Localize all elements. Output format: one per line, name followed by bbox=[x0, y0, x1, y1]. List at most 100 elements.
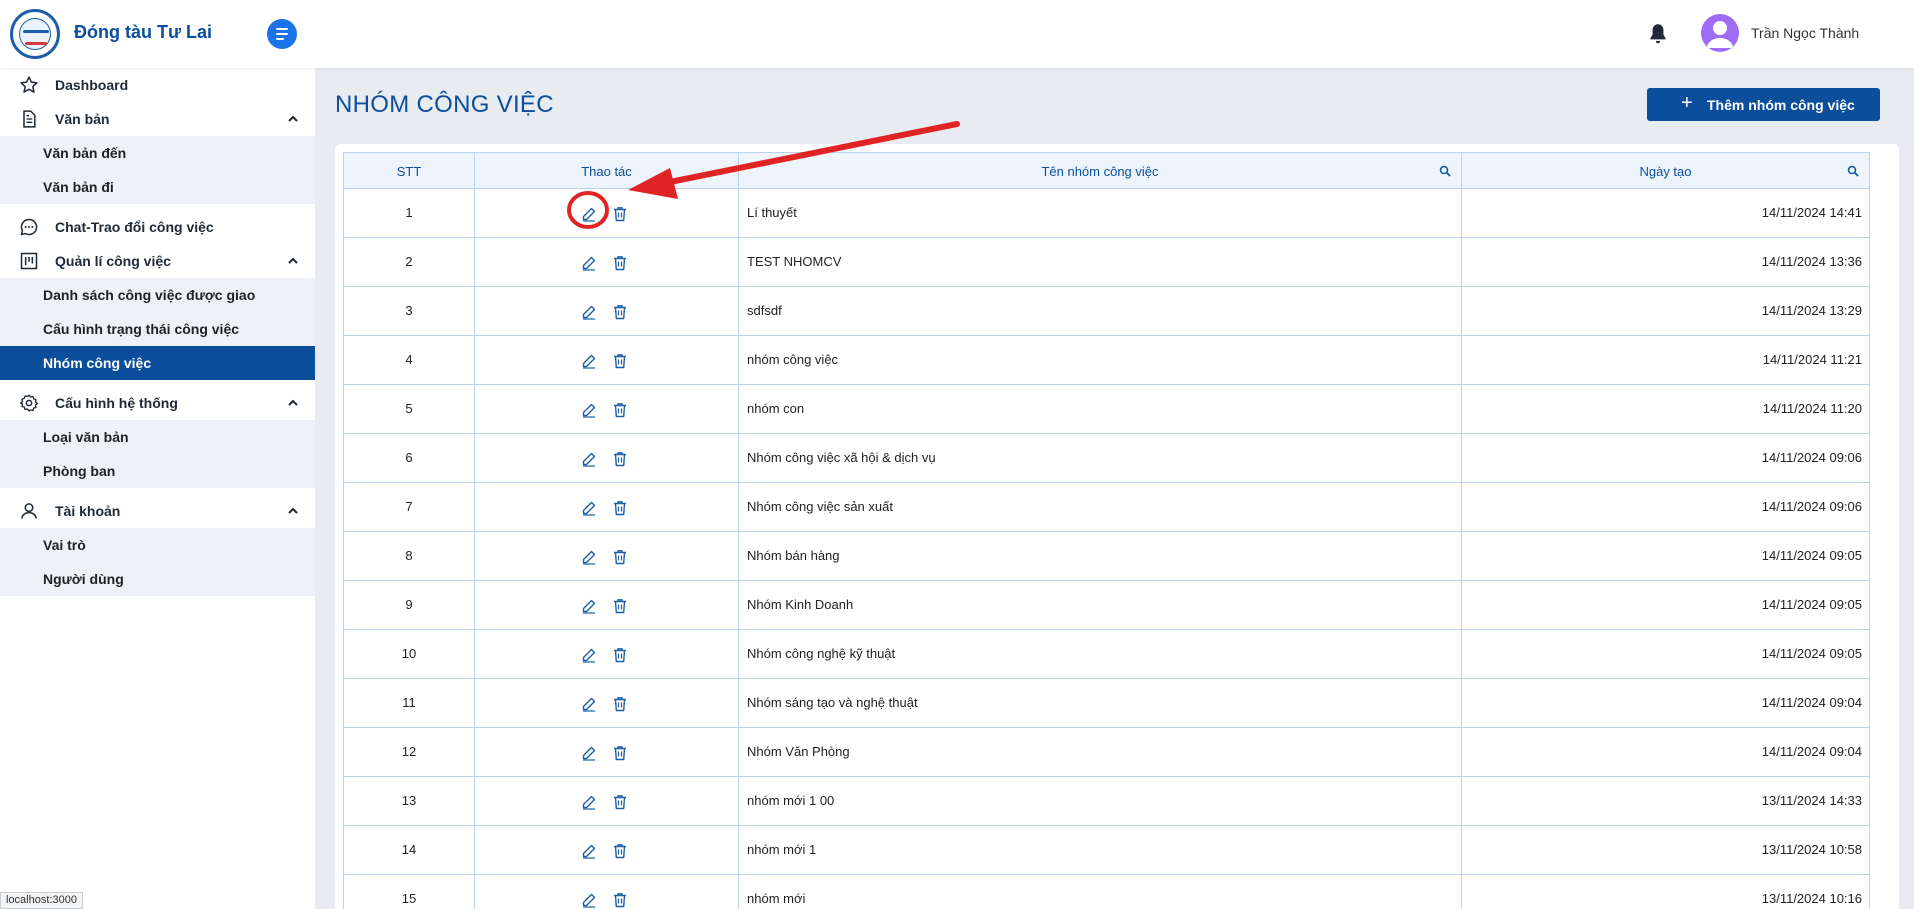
table-row[interactable]: 3 sdfsdf 14/11/2024 13:29 bbox=[343, 287, 1870, 336]
table-row[interactable]: 9 Nhóm Kinh Doanh 14/11/2024 09:05 bbox=[343, 581, 1870, 630]
sidebar-item-danh-sach-cong-viec[interactable]: Danh sách công việc được giao bbox=[0, 278, 315, 312]
edit-icon[interactable] bbox=[581, 451, 597, 467]
sidebar-item-van-ban-di[interactable]: Văn bản đi bbox=[0, 170, 315, 204]
edit-icon[interactable] bbox=[581, 598, 597, 614]
table-row[interactable]: 14 nhóm mới 1 13/11/2024 10:58 bbox=[343, 826, 1870, 875]
cell-actions bbox=[475, 826, 739, 874]
sidebar-item-van-ban-den[interactable]: Văn bản đến bbox=[0, 136, 315, 170]
trash-icon[interactable] bbox=[613, 598, 627, 614]
header-label: Thao tác bbox=[581, 164, 632, 179]
stt-value: 12 bbox=[401, 744, 417, 759]
cell-name: TEST NHOMCV bbox=[739, 238, 1462, 286]
table-row[interactable]: 7 Nhóm công việc sản xuất 14/11/2024 09:06 bbox=[343, 483, 1870, 532]
group-name: TEST NHOMCV bbox=[747, 254, 842, 269]
trash-icon[interactable] bbox=[613, 304, 627, 320]
header-name[interactable]: Tên nhóm công việc bbox=[739, 153, 1462, 188]
edit-icon[interactable] bbox=[581, 696, 597, 712]
cell-stt: 2 bbox=[344, 238, 475, 286]
sidebar-item-nhom-cong-viec[interactable]: Nhóm công việc bbox=[0, 346, 315, 380]
trash-icon[interactable] bbox=[613, 353, 627, 369]
table-row[interactable]: 2 TEST NHOMCV 14/11/2024 13:36 bbox=[343, 238, 1870, 287]
edit-icon[interactable] bbox=[581, 892, 597, 908]
trash-icon[interactable] bbox=[613, 696, 627, 712]
sidebar-label: Nhóm công việc bbox=[43, 355, 152, 371]
table-row[interactable]: 4 nhóm công việc 14/11/2024 11:21 bbox=[343, 336, 1870, 385]
table-row[interactable]: 5 nhóm con 14/11/2024 11:20 bbox=[343, 385, 1870, 434]
edit-icon[interactable] bbox=[581, 206, 597, 222]
sidebar-item-nguoi-dung[interactable]: Người dùng bbox=[0, 562, 315, 596]
edit-icon[interactable] bbox=[581, 500, 597, 516]
trash-icon[interactable] bbox=[613, 892, 627, 908]
edit-icon[interactable] bbox=[581, 647, 597, 663]
table-row[interactable]: 11 Nhóm sáng tạo và nghệ thuật 14/11/2024 … bbox=[343, 679, 1870, 728]
gear-icon bbox=[19, 394, 39, 412]
table-row[interactable]: 6 Nhóm công việc xã hội & dịch vụ 14/11/20… bbox=[343, 434, 1870, 483]
add-group-button[interactable]: + Thêm nhóm công việc bbox=[1647, 88, 1880, 121]
created-date: 14/11/2024 09:04 bbox=[1761, 695, 1862, 710]
menu-toggle-button[interactable] bbox=[267, 19, 297, 49]
edit-icon[interactable] bbox=[581, 549, 597, 565]
table-row[interactable]: 12 Nhóm Văn Phòng 14/11/2024 09:04 bbox=[343, 728, 1870, 777]
trash-icon[interactable] bbox=[613, 549, 627, 565]
trash-icon[interactable] bbox=[613, 255, 627, 271]
trash-icon[interactable] bbox=[613, 745, 627, 761]
cell-date: 14/11/2024 09:05 bbox=[1462, 581, 1869, 629]
header-actions: Thao tác bbox=[475, 153, 739, 188]
star-icon bbox=[20, 76, 38, 93]
sidebar-item-vai-tro[interactable]: Vai trò bbox=[0, 528, 315, 562]
group-name: Nhóm công nghệ kỹ thuật bbox=[747, 646, 896, 661]
table-row[interactable]: 13 nhóm mới 1 00 13/11/2024 14:33 bbox=[343, 777, 1870, 826]
edit-icon[interactable] bbox=[581, 745, 597, 761]
sidebar-item-cau-hinh-trang-thai[interactable]: Cấu hình trạng thái công việc bbox=[0, 312, 315, 346]
sidebar-label: Người dùng bbox=[43, 571, 124, 587]
trash-icon[interactable] bbox=[613, 206, 627, 222]
created-date: 14/11/2024 09:05 bbox=[1761, 548, 1862, 563]
trash-icon[interactable] bbox=[613, 647, 627, 663]
user-name[interactable]: Trần Ngọc Thành bbox=[1751, 25, 1859, 41]
cell-stt: 1 bbox=[344, 189, 475, 237]
table-row[interactable]: 15 nhóm mới 13/11/2024 10:16 bbox=[343, 875, 1870, 909]
sidebar-item-van-ban[interactable]: Văn bản bbox=[0, 102, 315, 136]
sidebar-item-quan-li-cong-viec[interactable]: Quản lí công việc bbox=[0, 244, 315, 278]
sidebar-item-chat[interactable]: Chat-Trao đổi công việc bbox=[0, 210, 315, 244]
table-row[interactable]: 8 Nhóm bán hàng 14/11/2024 09:05 bbox=[343, 532, 1870, 581]
edit-icon[interactable] bbox=[581, 402, 597, 418]
search-icon[interactable] bbox=[1847, 165, 1859, 177]
bell-icon[interactable] bbox=[1645, 21, 1671, 47]
group-name: nhóm công việc bbox=[747, 352, 839, 367]
trash-icon[interactable] bbox=[613, 500, 627, 516]
sidebar-item-tai-khoan[interactable]: Tài khoản bbox=[0, 494, 315, 528]
edit-icon[interactable] bbox=[581, 304, 597, 320]
cell-actions bbox=[475, 728, 739, 776]
header-stt[interactable]: STT bbox=[344, 153, 475, 188]
brand-name[interactable]: Đóng tàu Tư Lai bbox=[74, 22, 212, 43]
edit-icon[interactable] bbox=[581, 255, 597, 271]
stt-value: 9 bbox=[405, 597, 413, 612]
trash-icon[interactable] bbox=[613, 451, 627, 467]
add-group-label: Thêm nhóm công việc bbox=[1707, 97, 1855, 113]
header-date[interactable]: Ngày tạo bbox=[1462, 153, 1869, 188]
table-row[interactable]: 10 Nhóm công nghệ kỹ thuật 14/11/2024 09:0… bbox=[343, 630, 1870, 679]
search-icon[interactable] bbox=[1439, 165, 1451, 177]
sidebar-label: Loại văn bản bbox=[43, 429, 129, 445]
trash-icon[interactable] bbox=[613, 843, 627, 859]
sidebar-item-cau-hinh-he-thong[interactable]: Cấu hình hệ thống bbox=[0, 386, 315, 420]
company-logo[interactable] bbox=[10, 9, 60, 59]
status-bar-url: localhost:3000 bbox=[0, 892, 83, 909]
table-card: STT Thao tác Tên nhóm công việc Ngày tạo… bbox=[335, 144, 1899, 909]
sidebar-label: Văn bản đi bbox=[43, 179, 114, 195]
edit-icon[interactable] bbox=[581, 794, 597, 810]
stt-value: 15 bbox=[401, 891, 417, 906]
table-row[interactable]: 1 Lí thuyết 14/11/2024 14:41 bbox=[343, 189, 1870, 238]
trash-icon[interactable] bbox=[613, 794, 627, 810]
sidebar-label: Tài khoản bbox=[55, 503, 121, 519]
sidebar-item-dashboard[interactable]: Dashboard bbox=[0, 68, 315, 102]
sidebar-item-loai-van-ban[interactable]: Loại văn bản bbox=[0, 420, 315, 454]
trash-icon[interactable] bbox=[613, 402, 627, 418]
edit-icon[interactable] bbox=[581, 843, 597, 859]
edit-icon[interactable] bbox=[581, 353, 597, 369]
sidebar-item-phong-ban[interactable]: Phòng ban bbox=[0, 454, 315, 488]
cell-name: Nhóm sáng tạo và nghệ thuật bbox=[739, 679, 1462, 727]
page-title: NHÓM CÔNG VIỆC bbox=[335, 91, 554, 118]
user-avatar-icon[interactable] bbox=[1701, 14, 1739, 52]
